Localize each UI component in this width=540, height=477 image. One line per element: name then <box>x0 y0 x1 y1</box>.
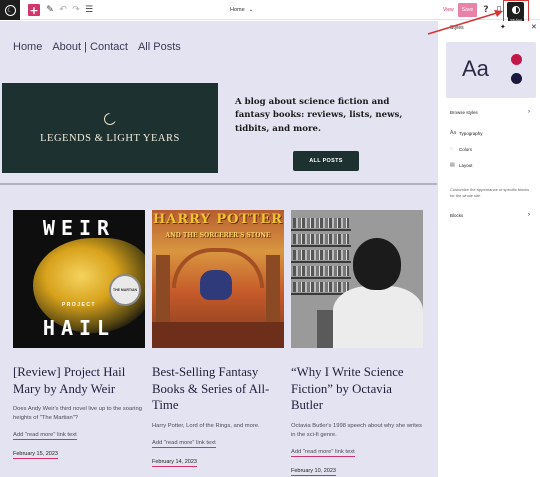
site-editor: ☾ + ✎ ↶ ↷ ☰ Home ⌄ View Save ? ▯ Styles … <box>0 0 540 477</box>
annotation-arrow-icon <box>427 10 503 35</box>
